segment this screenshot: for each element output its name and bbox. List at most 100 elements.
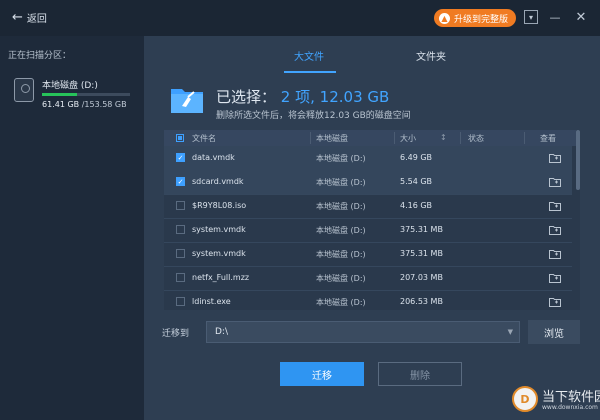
disk-cell: 本地磁盘 (D:) [316,154,366,163]
left-panel: 正在扫描分区： 本地磁盘 (D:) 61.41 GB /153.58 GB [0,36,144,420]
browse-button[interactable]: 浏览 [528,320,580,344]
disk-cell: 本地磁盘 (D:) [316,274,366,283]
table-row[interactable]: system.vmdk 本地磁盘 (D:) 375.31 MB [164,218,572,242]
file-size-cell: 375.31 MB [400,249,443,258]
disk-usage-fill [42,93,78,96]
tab-large-files[interactable]: 大文件 [294,48,324,63]
table-row[interactable]: ✓ data.vmdk 本地磁盘 (D:) 6.49 GB [164,146,572,170]
table-row[interactable]: ✓ sdcard.vmdk 本地磁盘 (D:) 5.54 GB [164,170,572,194]
disk-name: 本地磁盘 (D:) [42,81,98,91]
open-folder-icon[interactable] [549,153,561,163]
dropdown-arrow-icon[interactable]: ▼ [508,328,513,336]
scan-label: 正在扫描分区： [8,51,72,61]
hard-disk-icon [14,78,34,102]
row-checkbox[interactable] [176,297,185,306]
file-name-cell: ldinst.exe [192,297,231,306]
upgrade-label: 升级到完整版 [454,14,509,25]
file-name-cell: data.vmdk [192,153,235,162]
watermark: D 当下软件园 www.downxia.com [512,382,600,420]
disk-usage-bar [42,93,130,96]
row-checkbox[interactable] [176,201,185,210]
selection-title: 已选择： 2 项, 12.03 GB [216,86,389,107]
select-all-checkbox[interactable] [176,134,184,142]
tab-bar: 大文件 文件夹 [144,36,600,73]
selection-prefix: 已选择： [216,88,277,106]
main-panel: 大文件 文件夹 已选择： 2 项, 12.03 GB 删除所选文件后，将会释放1… [144,36,600,420]
file-size-cell: 207.03 MB [400,273,443,282]
back-button[interactable]: ← 返回 [12,9,47,26]
file-size-cell: 375.31 MB [400,225,443,234]
table-header: 文件名 本地磁盘 大小 ↕ 状态 查看 [164,130,578,146]
disk-item[interactable]: 本地磁盘 (D:) 61.41 GB /153.58 GB [14,78,138,112]
minimize-to-tray-icon[interactable]: ▾ [524,10,538,24]
column-divider [524,132,525,144]
column-header-view[interactable]: 查看 [540,133,556,144]
selection-subtitle: 删除所选文件后，将会释放12.03 GB的磁盘空间 [216,111,411,121]
column-divider [310,132,311,144]
table-row[interactable]: system.vmdk 本地磁盘 (D:) 375.31 MB [164,242,572,266]
row-checkbox[interactable]: ✓ [176,153,185,162]
back-arrow-icon: ← [12,9,23,25]
open-folder-icon[interactable] [549,201,561,211]
file-name-cell: netfx_Full.mzz [192,273,250,282]
delete-button: 删除 [378,362,462,386]
table-scrollbar[interactable] [576,130,580,310]
column-header-status[interactable]: 状态 [468,133,484,144]
file-name-cell: system.vmdk [192,225,246,234]
back-label: 返回 [26,14,47,25]
watermark-logo-icon: D [512,386,538,412]
column-header-size[interactable]: 大小 [400,133,416,144]
disk-cell: 本地磁盘 (D:) [316,298,366,307]
file-name-cell: system.vmdk [192,249,246,258]
title-bar: ← 返回 ▲ 升级到完整版 ▾ — ✕ [0,0,600,36]
destination-path-select[interactable]: D:\ ▼ [206,321,520,343]
file-size-cell: 6.49 GB [400,153,433,162]
file-name-cell: $R9Y8L08.iso [192,201,247,210]
file-size-cell: 4.16 GB [400,201,433,210]
selection-summary: 已选择： 2 项, 12.03 GB 删除所选文件后，将会释放12.03 GB的… [170,84,570,121]
watermark-url: www.downxia.com [542,404,598,411]
close-icon[interactable]: ✕ [574,10,588,25]
folder-broom-icon [171,89,203,113]
selection-size: 12.03 GB [319,88,390,106]
table-row[interactable]: ldinst.exe 本地磁盘 (D:) 206.53 MB [164,290,572,310]
row-checkbox[interactable]: ✓ [176,177,185,186]
migrate-button[interactable]: 迁移 [280,362,364,386]
row-checkbox[interactable] [176,273,185,282]
disk-size: 61.41 GB /153.58 GB [42,100,127,109]
destination-path-value: D:\ [215,327,228,337]
minimize-icon[interactable]: — [548,10,562,24]
disk-used: 61.41 GB [42,100,80,109]
selection-count: 2 项, [280,88,315,106]
open-folder-icon[interactable] [549,249,561,259]
column-divider [460,132,461,144]
file-size-cell: 206.53 MB [400,297,443,306]
open-folder-icon[interactable] [549,177,561,187]
disk-total: /153.58 GB [81,100,127,109]
destination-label: 迁移到 [162,329,190,339]
open-folder-icon[interactable] [549,273,561,283]
row-checkbox[interactable] [176,225,185,234]
open-folder-icon[interactable] [549,297,561,307]
disk-cell: 本地磁盘 (D:) [316,178,366,187]
file-name-cell: sdcard.vmdk [192,177,244,186]
disk-cell: 本地磁盘 (D:) [316,250,366,259]
column-header-disk[interactable]: 本地磁盘 [316,133,348,144]
upgrade-button[interactable]: ▲ 升级到完整版 [434,9,517,27]
scrollbar-thumb[interactable] [576,130,580,190]
row-checkbox[interactable] [176,249,185,258]
open-folder-icon[interactable] [549,225,561,235]
table-row[interactable]: netfx_Full.mzz 本地磁盘 (D:) 207.03 MB [164,266,572,290]
disk-cell: 本地磁盘 (D:) [316,226,366,235]
file-table: 文件名 本地磁盘 大小 ↕ 状态 查看 ✓ data.vmdk 本地磁盘 (D:) 6… [164,130,578,310]
watermark-text: 当下软件园 [542,390,600,405]
active-tab-indicator [284,71,336,73]
tab-folders[interactable]: 文件夹 [416,48,446,63]
file-size-cell: 5.54 GB [400,177,433,186]
column-header-name[interactable]: 文件名 [192,133,216,144]
upgrade-icon: ▲ [439,12,450,24]
sort-icon[interactable]: ↕ [440,133,447,142]
column-divider [394,132,395,144]
table-row[interactable]: $R9Y8L08.iso 本地磁盘 (D:) 4.16 GB [164,194,572,218]
disk-cell: 本地磁盘 (D:) [316,202,366,211]
